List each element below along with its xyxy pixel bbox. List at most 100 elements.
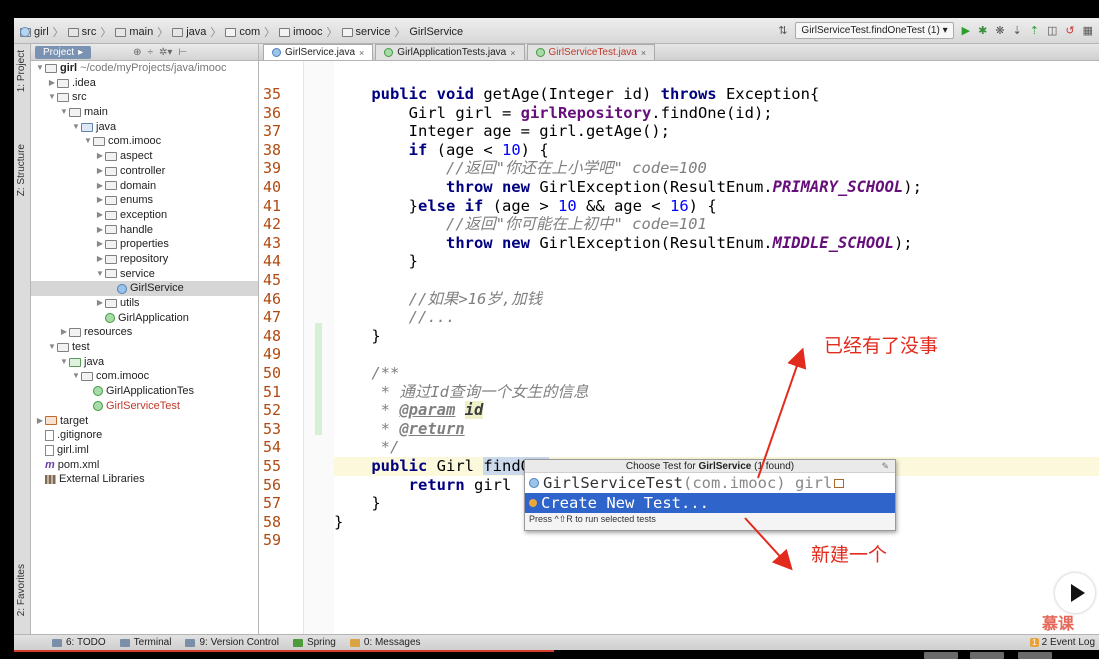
tree-item[interactable]: ▼ girl ~/code/myProjects/java/imooc xyxy=(31,61,258,76)
event-log-button[interactable]: 1 2 Event Log xyxy=(1030,637,1095,648)
expand-down-icon[interactable]: ▼ xyxy=(59,105,69,120)
tree-item[interactable]: ▶ .idea xyxy=(31,76,258,91)
expand-right-icon[interactable]: ▶ xyxy=(59,325,69,340)
tree-item[interactable]: ▼ main xyxy=(31,105,258,120)
tree-item[interactable]: ▼ java xyxy=(31,120,258,135)
tree-item[interactable]: ▶ enums xyxy=(31,193,258,208)
tool-window-button[interactable]: 0: Messages xyxy=(349,637,421,648)
tool-window-button[interactable]: Spring xyxy=(292,637,336,648)
tree-item[interactable]: ▶ target xyxy=(31,414,258,429)
expand-down-icon[interactable]: ▼ xyxy=(35,61,45,76)
tree-item[interactable]: ▶ domain xyxy=(31,179,258,194)
breadcrumb-item[interactable]: main xyxy=(115,26,153,38)
expand-down-icon[interactable]: ▼ xyxy=(47,90,57,105)
editor-tab[interactable]: GirlService.java × xyxy=(263,44,374,60)
expand-right-icon[interactable]: ▶ xyxy=(95,193,105,208)
expand-down-icon[interactable]: ▼ xyxy=(59,355,69,370)
tree-item[interactable]: ▶ controller xyxy=(31,164,258,179)
tree-item[interactable]: GirlServiceTest xyxy=(31,399,258,414)
tree-item[interactable]: ▼ test xyxy=(31,340,258,355)
breadcrumb-item[interactable]: com xyxy=(225,26,260,38)
run-config-select[interactable]: GirlServiceTest.findOneTest (1) ▾ xyxy=(795,22,954,39)
breadcrumb-item[interactable]: service xyxy=(341,26,390,38)
sort-icon[interactable]: ⇅ xyxy=(778,24,787,37)
debug-icon[interactable]: ✱ xyxy=(978,24,987,37)
tool-window-button[interactable]: Terminal xyxy=(119,637,171,648)
video-control[interactable] xyxy=(970,652,1004,659)
tree-item[interactable]: ▶ aspect xyxy=(31,149,258,164)
expand-right-icon[interactable]: ▶ xyxy=(95,237,105,252)
expand-right-icon[interactable]: ▶ xyxy=(95,208,105,223)
favorites-tool-tab[interactable]: 2: Favorites xyxy=(16,564,27,616)
tree-item[interactable]: .gitignore xyxy=(31,428,258,443)
breadcrumb-item[interactable]: GirlService xyxy=(20,26,463,38)
tree-item[interactable]: m pom.xml xyxy=(31,458,258,473)
revert-icon[interactable]: ↺ xyxy=(1065,24,1074,37)
expand-right-icon[interactable]: ▶ xyxy=(95,296,105,311)
expand-right-icon[interactable]: ▶ xyxy=(35,414,45,429)
coverage-icon[interactable]: ❋ xyxy=(995,24,1004,37)
structure-tool-tab[interactable]: Z: Structure xyxy=(16,144,27,196)
gear-icon[interactable]: ✲▾ xyxy=(159,47,172,58)
tree-item[interactable]: ▶ resources xyxy=(31,325,258,340)
tree-item[interactable]: ▶ exception xyxy=(31,208,258,223)
close-icon[interactable]: × xyxy=(510,48,515,58)
expand-right-icon[interactable]: ▶ xyxy=(95,149,105,164)
code-editor[interactable]: public void getAge(Integer id) throws Ex… xyxy=(334,61,1099,634)
collapse-icon[interactable]: ÷ xyxy=(148,47,154,58)
tree-item[interactable]: GirlApplicationTes xyxy=(31,384,258,399)
tree-item[interactable]: ▼ service xyxy=(31,267,258,282)
breadcrumb-item[interactable]: java xyxy=(172,26,206,38)
editor-tab[interactable]: GirlApplicationTests.java × xyxy=(375,44,525,60)
breadcrumb-item[interactable]: imooc xyxy=(279,26,323,38)
expand-right-icon[interactable]: ▶ xyxy=(95,223,105,238)
tree-item[interactable]: ▼ com.imooc xyxy=(31,369,258,384)
tree-item[interactable]: GirlApplication xyxy=(31,311,258,326)
tool-window-button[interactable]: 9: Version Control xyxy=(185,637,279,648)
video-progress-bar[interactable] xyxy=(14,650,554,652)
history-icon[interactable]: ◫ xyxy=(1047,24,1057,37)
line-number: 57 xyxy=(263,494,282,513)
video-control[interactable] xyxy=(924,652,958,659)
video-control[interactable] xyxy=(1018,652,1052,659)
hide-icon[interactable]: ⊢ xyxy=(178,47,187,58)
tree-item[interactable]: GirlService xyxy=(31,281,258,296)
project-view-label: Project xyxy=(43,46,75,58)
close-icon[interactable]: × xyxy=(359,48,364,58)
vcs-update-icon[interactable]: ⇣ xyxy=(1013,24,1022,37)
close-icon[interactable]: × xyxy=(641,48,646,58)
popup-item-create-new-test[interactable]: Create New Test... xyxy=(525,493,895,513)
tree-item[interactable]: ▶ utils xyxy=(31,296,258,311)
tree-item[interactable]: ▼ src xyxy=(31,90,258,105)
expand-right-icon[interactable]: ▶ xyxy=(95,252,105,267)
expand-down-icon[interactable]: ▼ xyxy=(83,134,93,149)
expand-down-icon[interactable]: ▼ xyxy=(71,120,81,135)
expand-down-icon[interactable]: ▼ xyxy=(71,369,81,384)
tree-item[interactable]: ▶ repository xyxy=(31,252,258,267)
expand-right-icon[interactable]: ▶ xyxy=(95,179,105,194)
project-tool-tab[interactable]: 1: Project xyxy=(16,50,27,92)
video-play-button[interactable] xyxy=(1055,573,1095,613)
expand-right-icon[interactable]: ▶ xyxy=(95,164,105,179)
run-icon[interactable]: ▶ xyxy=(962,24,970,37)
pin-icon[interactable]: ✎ xyxy=(881,460,889,473)
tree-item[interactable]: ▼ com.imooc xyxy=(31,134,258,149)
structure-icon[interactable]: ▦ xyxy=(1083,24,1093,37)
line-number: 46 xyxy=(263,289,282,308)
tree-item[interactable]: ▶ handle xyxy=(31,223,258,238)
tree-item[interactable]: ▼ java xyxy=(31,355,258,370)
tree-item[interactable]: girl.iml xyxy=(31,443,258,458)
tree-item[interactable]: External Libraries xyxy=(31,472,258,487)
tree-item[interactable]: ▶ properties xyxy=(31,237,258,252)
popup-item-existing-test[interactable]: GirlServiceTest (com.imooc) girl xyxy=(525,473,895,493)
tree-item-label: GirlApplication xyxy=(118,311,189,324)
breadcrumb-item[interactable]: src xyxy=(67,26,96,38)
sync-icon[interactable]: ⊕ xyxy=(133,47,141,58)
vcs-commit-icon[interactable]: ⇡ xyxy=(1030,24,1039,37)
project-view-select[interactable]: Project ▸ xyxy=(35,45,92,59)
expand-down-icon[interactable]: ▼ xyxy=(95,267,105,282)
expand-down-icon[interactable]: ▼ xyxy=(47,340,57,355)
editor-tab[interactable]: GirlServiceTest.java × xyxy=(526,44,656,60)
tool-window-button[interactable]: 6: TODO xyxy=(52,637,106,648)
expand-right-icon[interactable]: ▶ xyxy=(47,76,57,91)
